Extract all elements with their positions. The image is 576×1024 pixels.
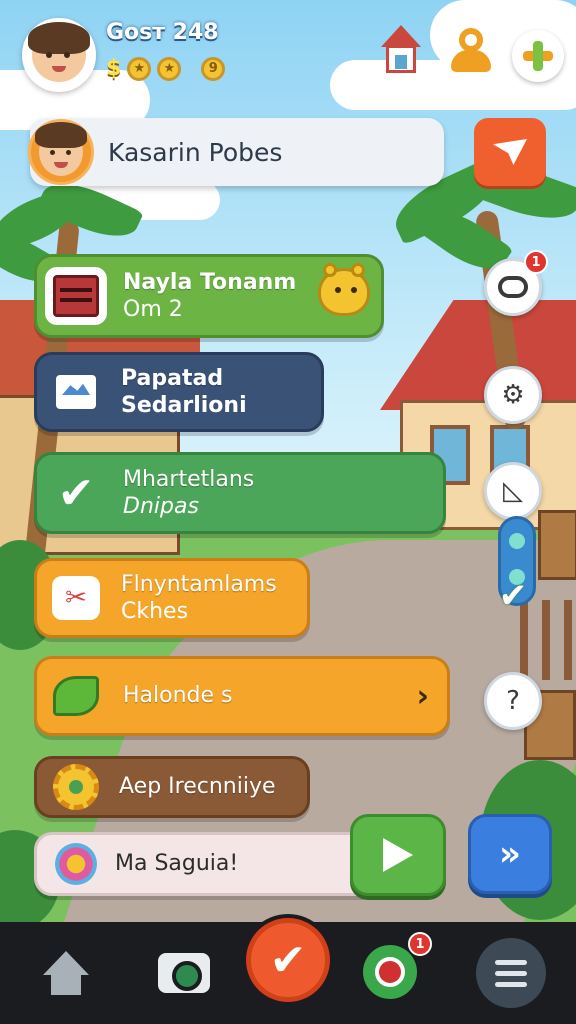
chest-icon — [53, 275, 99, 317]
menu-card-4[interactable]: ✂ Flnyntamlams Ckhes — [34, 558, 310, 638]
menu-card-2[interactable]: Papatad Sedarlioni — [34, 352, 324, 432]
menu-card-subtitle: Ckhes — [121, 599, 189, 624]
menu-card-title: Aep Irecnniiye — [119, 774, 276, 800]
chat-notification-badge: 1 — [408, 932, 432, 956]
pet-icon — [318, 263, 370, 316]
fast-forward-icon: » — [499, 834, 521, 874]
palm-tree-right — [380, 150, 576, 431]
craft-icon: ✂ — [52, 576, 100, 620]
friends-button[interactable] — [444, 20, 498, 80]
gear-icon: ⚙ — [501, 380, 525, 410]
side-button-settings[interactable]: ⚙ — [484, 366, 542, 424]
menu-card-5[interactable]: Halonde s › — [34, 656, 450, 736]
currency-row: $ ★ ★ 9 — [106, 56, 226, 81]
play-icon — [383, 838, 413, 872]
check-icon: ✔ — [269, 934, 307, 986]
play-button[interactable] — [350, 814, 446, 896]
center-action-button[interactable]: ✔ — [246, 918, 330, 1002]
home-button[interactable] — [374, 20, 428, 80]
gear-icon-box — [45, 762, 107, 812]
player-name: Gosт 248 — [106, 20, 219, 45]
coin-icon: 9 — [201, 56, 226, 81]
fast-forward-button[interactable]: » — [468, 814, 552, 894]
craft-icon-box: ✂ — [45, 569, 107, 627]
menu-card-3[interactable]: ✔ Mhartetlans Dnipas — [34, 452, 446, 534]
home-icon — [43, 951, 89, 995]
menu-card-title: Mhartetlans — [123, 466, 255, 492]
menu-card-subtitle: Sedarlioni — [121, 393, 247, 418]
menu-card-subtitle: Dnipas — [123, 494, 199, 519]
menu-card-7[interactable]: Ma Saguia! — [34, 832, 380, 896]
camera-icon — [158, 953, 210, 993]
side-button-flag[interactable]: ◺ — [484, 462, 542, 520]
flag-icon: ◺ — [503, 476, 523, 506]
side-button-help[interactable]: ? — [484, 672, 542, 730]
person-icon — [449, 26, 493, 74]
notification-badge: 1 — [524, 250, 548, 274]
menu-card-6[interactable]: Aep Irecnniiye — [34, 756, 310, 818]
slider-check-knob[interactable]: ✔ — [484, 576, 542, 616]
profile-name: Kasarin Pobes — [108, 137, 283, 167]
send-button[interactable] — [474, 118, 546, 186]
flower-icon-box — [45, 839, 107, 889]
menu-card-title: Papatad — [121, 365, 224, 391]
chat-icon — [363, 945, 417, 999]
nav-home[interactable] — [38, 946, 94, 1000]
leaf-icon-box — [45, 667, 107, 725]
puzzle-button[interactable] — [512, 30, 564, 82]
ring-icon — [498, 276, 528, 298]
house-icon — [381, 25, 421, 75]
menu-card-subtitle: Om 2 — [123, 297, 183, 322]
menu-card-title: Halonde s — [123, 683, 233, 709]
profile-banner[interactable]: Kasarin Pobes — [28, 118, 444, 186]
leaf-icon — [53, 676, 99, 716]
nav-camera[interactable] — [154, 946, 214, 1000]
star-coin-icon: ★ — [127, 56, 152, 81]
chevron-right-icon: › — [416, 678, 429, 714]
chest-icon-box — [45, 267, 107, 325]
star-coin-icon: ★ — [157, 56, 182, 81]
nav-menu[interactable] — [474, 936, 548, 1010]
avatar-face — [28, 22, 90, 82]
menu-icon — [476, 938, 546, 1008]
flower-icon — [55, 843, 97, 885]
map-icon — [56, 375, 96, 409]
menu-card-title: Ma Saguia! — [115, 851, 239, 877]
menu-card-title: Flnyntamlams — [121, 571, 277, 597]
gear-icon — [53, 764, 99, 810]
player-avatar[interactable] — [22, 18, 96, 92]
puzzle-icon — [523, 41, 553, 71]
question-icon: ? — [506, 686, 520, 716]
menu-card-title: Nayla Tonanm — [123, 269, 297, 295]
send-icon — [493, 139, 527, 165]
check-icon-box: ✔ — [45, 464, 107, 522]
map-icon-box — [45, 363, 107, 421]
crate — [538, 510, 576, 580]
currency-label: $ — [106, 56, 122, 81]
check-icon: ✔ — [57, 467, 95, 519]
profile-avatar — [28, 119, 94, 185]
